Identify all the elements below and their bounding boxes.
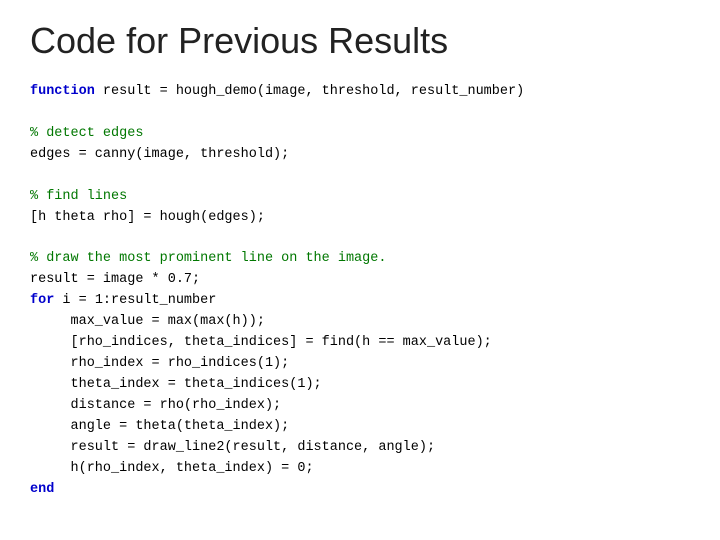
- keyword-function: function: [30, 84, 95, 99]
- code-find-indices: [rho_indices, theta_indices] = find(h ==…: [30, 333, 690, 354]
- code-for-rest: i = 1:result_number: [54, 293, 216, 308]
- code-for-line: for i = 1:result_number: [30, 291, 690, 312]
- code-result-image: result = image * 0.7;: [30, 270, 690, 291]
- code-blank-3: [30, 228, 690, 249]
- comment-detect-edges: % detect edges: [30, 124, 690, 145]
- code-block: function result = hough_demo(image, thre…: [30, 82, 690, 500]
- code-line-1: function result = hough_demo(image, thre…: [30, 82, 690, 103]
- code-hough: [h theta rho] = hough(edges);: [30, 208, 690, 229]
- keyword-end: end: [30, 482, 54, 497]
- code-blank-2: [30, 166, 690, 187]
- keyword-for: for: [30, 293, 54, 308]
- code-distance: distance = rho(rho_index);: [30, 396, 690, 417]
- code-blank-1: [30, 103, 690, 124]
- code-draw-line2: result = draw_line2(result, distance, an…: [30, 438, 690, 459]
- code-theta-index: theta_index = theta_indices(1);: [30, 375, 690, 396]
- code-rest-1: result = hough_demo(image, threshold, re…: [95, 84, 524, 99]
- comment-draw-line: % draw the most prominent line on the im…: [30, 249, 690, 270]
- page-container: Code for Previous Results function resul…: [0, 0, 720, 540]
- code-h-zero: h(rho_index, theta_index) = 0;: [30, 459, 690, 480]
- page-title: Code for Previous Results: [30, 20, 690, 62]
- code-angle: angle = theta(theta_index);: [30, 417, 690, 438]
- code-edges-canny: edges = canny(image, threshold);: [30, 145, 690, 166]
- code-max-value: max_value = max(max(h));: [30, 312, 690, 333]
- code-rho-index: rho_index = rho_indices(1);: [30, 354, 690, 375]
- code-end-line: end: [30, 480, 690, 501]
- comment-find-lines: % find lines: [30, 187, 690, 208]
